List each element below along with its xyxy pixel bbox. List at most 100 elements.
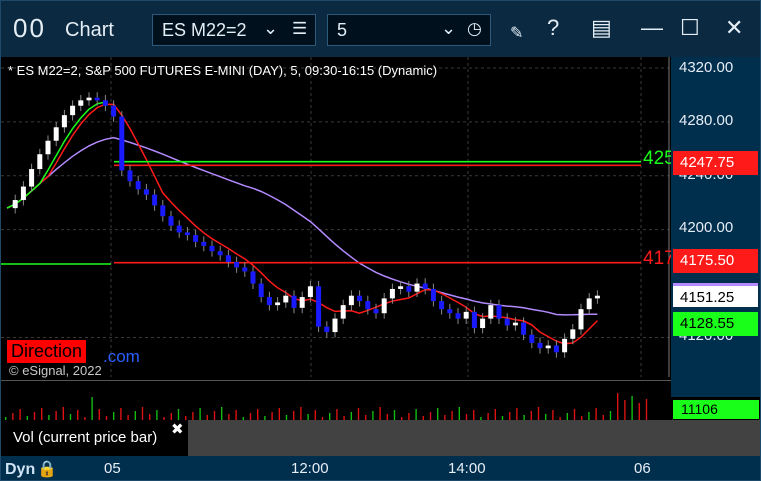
candle-body <box>545 345 551 349</box>
candle-body <box>529 334 535 343</box>
symbol-selector[interactable]: ES M22=2 ⌄ ☰ <box>152 14 316 46</box>
title-bar: 00 Chart ES M22=2 ⌄ ☰ 5 ⌄ ◷ ✎ ? ▤ — ☐ ✕ <box>1 1 760 57</box>
candle-body <box>45 140 51 155</box>
candle-body <box>512 322 518 326</box>
candle-body <box>357 295 363 302</box>
candle-body <box>594 295 600 299</box>
price-tag-red: 4247.75 <box>673 151 758 175</box>
candle-body <box>488 305 494 319</box>
close-icon[interactable]: ✖ <box>171 420 184 438</box>
price-axis[interactable]: 4320.00 4280.00 4240.00 4200.00 4120.00 … <box>671 57 760 397</box>
candle-body <box>266 297 272 306</box>
chevron-down-icon[interactable]: ⌄ <box>441 18 456 39</box>
price-chart[interactable] <box>1 57 671 377</box>
candle-body <box>389 288 395 299</box>
watermark: © eSignal, 2022 <box>9 363 102 378</box>
candle-body <box>160 205 166 217</box>
candle-body <box>496 305 502 319</box>
candle-body <box>586 298 592 310</box>
clock-icon[interactable]: ◷ <box>467 19 482 39</box>
candle-body <box>53 127 59 141</box>
help-icon[interactable]: ? <box>547 15 559 41</box>
candle-body <box>102 100 108 106</box>
volume-bar <box>458 407 460 421</box>
candle-body <box>406 286 412 292</box>
candle-body <box>94 97 100 101</box>
candle-body <box>119 116 125 171</box>
candle-body <box>193 235 199 242</box>
candle-body <box>20 186 26 201</box>
dynamic-mode[interactable]: Dyn 🔒 <box>5 459 57 479</box>
candle-body <box>307 286 313 298</box>
volume-bars <box>5 393 648 421</box>
candle-body <box>332 318 338 333</box>
list-icon[interactable]: ☰ <box>292 19 307 39</box>
candle-body <box>176 225 182 233</box>
volume-bar <box>62 407 64 421</box>
candle-body <box>471 311 477 329</box>
ma-long-line <box>6 136 598 316</box>
time-tick: 05 <box>104 460 121 477</box>
candle-body <box>291 295 297 308</box>
green-level-label: 425 <box>643 148 675 169</box>
candle-body <box>365 301 371 310</box>
candle-body <box>414 283 420 292</box>
candle-body <box>70 105 76 116</box>
candle-body <box>578 309 584 330</box>
time-tick: 12:00 <box>291 460 329 477</box>
candle-body <box>152 194 158 206</box>
candle-body <box>439 301 445 310</box>
candle-body <box>12 200 18 209</box>
candle-body <box>553 345 559 353</box>
last-price-tag: 4151.25 <box>673 283 758 307</box>
candle-body <box>324 326 330 333</box>
volume-bar <box>141 407 144 421</box>
volume-pane[interactable] <box>1 380 671 421</box>
volume-bar <box>379 407 381 421</box>
candle-body <box>504 318 510 326</box>
candle-body <box>217 251 223 256</box>
price-tag-red: 4175.50 <box>673 249 758 273</box>
candle-body <box>447 309 453 314</box>
candle-body <box>455 313 461 319</box>
time-tick: 14:00 <box>448 460 486 477</box>
candle-body <box>234 262 240 268</box>
red-level-label: 417 <box>643 248 675 269</box>
pen-icon[interactable]: ✎ <box>510 23 523 43</box>
close-icon[interactable]: ✕ <box>725 15 743 41</box>
price-plot[interactable]: * ES M22=2, S&P 500 FUTURES E-MINI (DAY)… <box>1 57 675 378</box>
lock-icon[interactable]: 🔒 <box>37 461 57 478</box>
candle-body <box>299 297 305 308</box>
volume-value: 11106 <box>673 400 759 419</box>
candle-body <box>537 342 543 349</box>
candle-body <box>521 322 527 335</box>
candle-body <box>562 338 568 353</box>
maximize-icon[interactable]: ☐ <box>680 15 700 41</box>
candle-body <box>111 105 117 117</box>
interval-selector[interactable]: 5 ⌄ ◷ <box>327 14 491 46</box>
candle-body <box>127 170 133 182</box>
candle-body <box>209 245 215 252</box>
candle-body <box>463 311 469 319</box>
symbol-value: ES M22=2 <box>162 20 247 40</box>
layout-icon[interactable]: ▤ <box>591 15 612 41</box>
minimize-icon[interactable]: — <box>641 15 663 41</box>
candle-body <box>78 100 84 106</box>
time-axis[interactable]: Dyn 🔒 05 12:00 14:00 06 <box>1 456 760 480</box>
volume-bar <box>91 397 93 421</box>
chevron-down-icon[interactable]: ⌄ <box>263 18 278 39</box>
candle-body <box>242 267 248 272</box>
direction-link[interactable]: .com <box>103 347 140 367</box>
candle-body <box>143 189 149 195</box>
volume-bar <box>300 407 302 421</box>
candle-body <box>283 295 289 303</box>
volume-label-bar: Vol (current price bar) ✖ <box>1 420 760 456</box>
price-tick: 4280.00 <box>679 112 734 129</box>
candle-body <box>430 288 436 302</box>
volume-bar <box>617 393 619 421</box>
candle-body <box>398 286 404 289</box>
direction-badge[interactable]: Direction <box>7 340 87 363</box>
price-tick: 4320.00 <box>679 59 734 76</box>
app-logo: 00 <box>13 13 46 43</box>
candle-body <box>168 216 174 226</box>
